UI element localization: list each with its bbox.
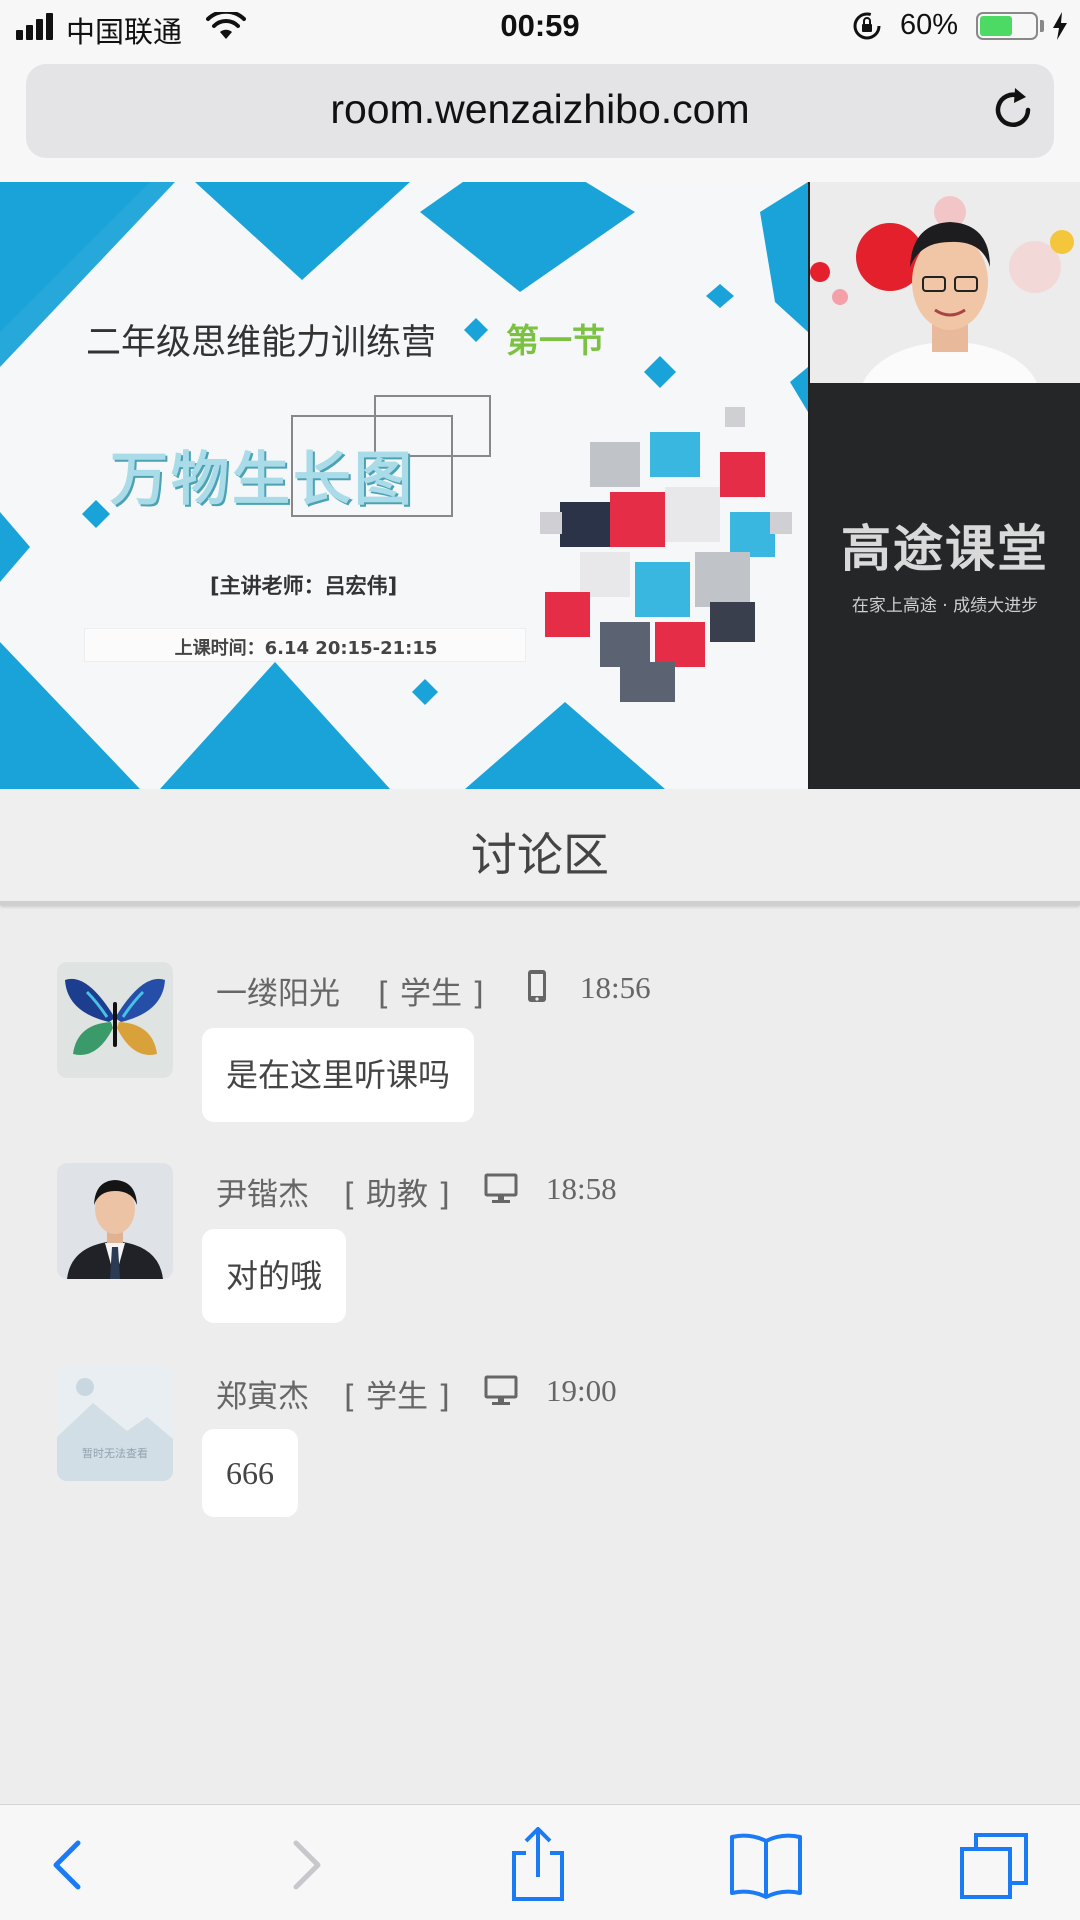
message-time: 18:56 bbox=[580, 970, 651, 1005]
message-bubble: 666 bbox=[202, 1429, 298, 1517]
brand-panel: 高途课堂 在家上高途 · 成绩大进步 bbox=[810, 383, 1080, 789]
sender-name: 尹锴杰 bbox=[216, 1177, 309, 1213]
teacher-camera bbox=[810, 182, 1080, 383]
avatar[interactable] bbox=[57, 962, 173, 1078]
slide-time: 上课时间：6.14 20:15-21:15 bbox=[174, 638, 438, 659]
reload-icon[interactable] bbox=[988, 84, 1038, 136]
slide-topic: 万物生长图 bbox=[110, 445, 416, 513]
rotation-lock-icon bbox=[853, 12, 881, 40]
status-bar: 中国联通 00:59 60% bbox=[0, 0, 1080, 54]
desktop-icon bbox=[484, 1375, 518, 1405]
placeholder-avatar: 暂时无法查看 bbox=[57, 1365, 173, 1481]
browser-address-area: room.wenzaizhibo.com bbox=[0, 54, 1080, 182]
avatar[interactable] bbox=[57, 1163, 173, 1279]
sender-role: [ 学生 ] bbox=[344, 1379, 450, 1415]
discussion-title: 讨论区 bbox=[471, 828, 609, 882]
message-time: 19:00 bbox=[546, 1373, 617, 1408]
courseware-slide: 二年级思维能力训练营 第一节 万物生长图 [主讲老师：吕宏伟] 上课时间：6.1… bbox=[0, 182, 808, 789]
bookmarks-icon[interactable] bbox=[726, 1827, 806, 1903]
phone-icon bbox=[528, 970, 546, 1002]
battery-icon bbox=[976, 12, 1038, 40]
slide-title: 二年级思维能力训练营 bbox=[86, 323, 437, 363]
share-icon[interactable] bbox=[498, 1827, 578, 1903]
slide-time-box: 上课时间：6.14 20:15-21:15 bbox=[84, 628, 526, 662]
placeholder-caption: 暂时无法查看 bbox=[82, 1446, 148, 1460]
sender-name: 郑寅杰 bbox=[216, 1379, 309, 1415]
avatar[interactable]: 暂时无法查看 bbox=[57, 1365, 173, 1481]
sender-role: [ 学生 ] bbox=[378, 976, 484, 1012]
browser-toolbar bbox=[0, 1804, 1080, 1920]
url-text[interactable]: room.wenzaizhibo.com bbox=[26, 86, 1054, 133]
sender-name: 一缕阳光 bbox=[216, 976, 340, 1012]
chat-message: 尹锴杰 [ 助教 ] 18:58 对的哦 bbox=[0, 1163, 1080, 1353]
brand-name: 高途课堂 bbox=[841, 520, 1049, 578]
chat-message: 一缕阳光 [ 学生 ] 18:56 是在这里听课吗 bbox=[0, 962, 1080, 1152]
butterfly-avatar bbox=[57, 962, 173, 1078]
slide-teacher: [主讲老师：吕宏伟] bbox=[210, 574, 398, 598]
tabs-icon[interactable] bbox=[954, 1827, 1034, 1903]
charging-bolt-icon bbox=[1053, 12, 1067, 40]
teacher-video-image bbox=[810, 182, 1080, 383]
chat-message: 暂时无法查看 郑寅杰 [ 学生 ] 19:00 666 bbox=[0, 1365, 1080, 1555]
brand-slogan: 在家上高途 · 成绩大进步 bbox=[851, 596, 1039, 616]
message-bubble: 对的哦 bbox=[202, 1229, 347, 1323]
live-video-area[interactable]: 二年级思维能力训练营 第一节 万物生长图 [主讲老师：吕宏伟] 上课时间：6.1… bbox=[0, 182, 1080, 789]
battery-level bbox=[980, 16, 1013, 36]
sender-role: [ 助教 ] bbox=[344, 1177, 450, 1213]
message-bubble: 是在这里听课吗 bbox=[202, 1028, 475, 1122]
desktop-icon bbox=[484, 1173, 518, 1203]
battery-tip bbox=[1040, 20, 1044, 32]
message-time: 18:58 bbox=[546, 1171, 617, 1206]
forward-icon[interactable] bbox=[266, 1827, 346, 1903]
slide-lesson-badge: 第一节 bbox=[506, 321, 605, 360]
address-bar[interactable]: room.wenzaizhibo.com bbox=[26, 64, 1054, 158]
discussion-header: 讨论区 bbox=[0, 789, 1080, 905]
portrait-avatar bbox=[57, 1163, 173, 1279]
battery-percent: 60% bbox=[900, 9, 959, 41]
back-icon[interactable] bbox=[28, 1827, 108, 1903]
